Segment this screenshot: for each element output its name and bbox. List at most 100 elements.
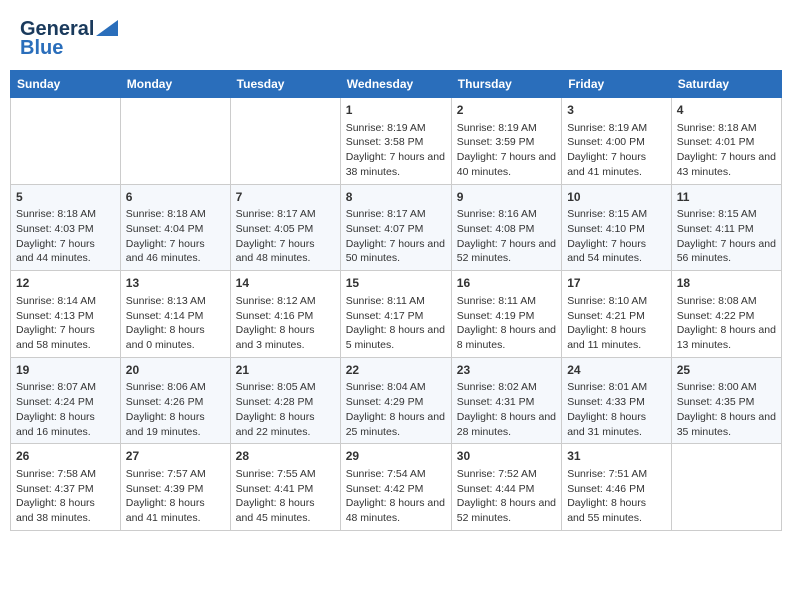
- daylight-text: Daylight: 8 hours and 19 minutes.: [126, 410, 225, 439]
- day-number: 13: [126, 275, 225, 292]
- sunrise-text: Sunrise: 7:57 AM: [126, 467, 225, 482]
- sunset-text: Sunset: 4:35 PM: [677, 395, 776, 410]
- sunrise-text: Sunrise: 7:55 AM: [236, 467, 335, 482]
- sunrise-text: Sunrise: 8:02 AM: [457, 380, 556, 395]
- calendar-cell: 21Sunrise: 8:05 AMSunset: 4:28 PMDayligh…: [230, 357, 340, 444]
- calendar-cell: 22Sunrise: 8:04 AMSunset: 4:29 PMDayligh…: [340, 357, 451, 444]
- day-number: 28: [236, 448, 335, 465]
- sunrise-text: Sunrise: 8:01 AM: [567, 380, 666, 395]
- daylight-text: Daylight: 7 hours and 38 minutes.: [346, 150, 446, 179]
- calendar-cell: 4Sunrise: 8:18 AMSunset: 4:01 PMDaylight…: [671, 98, 781, 185]
- sunset-text: Sunset: 4:10 PM: [567, 222, 666, 237]
- logo: General Blue: [20, 18, 118, 60]
- day-header-thursday: Thursday: [451, 71, 561, 98]
- sunrise-text: Sunrise: 8:16 AM: [457, 207, 556, 222]
- sunrise-text: Sunrise: 8:15 AM: [677, 207, 776, 222]
- daylight-text: Daylight: 8 hours and 8 minutes.: [457, 323, 556, 352]
- daylight-text: Daylight: 7 hours and 54 minutes.: [567, 237, 666, 266]
- sunrise-text: Sunrise: 8:06 AM: [126, 380, 225, 395]
- day-header-monday: Monday: [120, 71, 230, 98]
- sunset-text: Sunset: 4:44 PM: [457, 482, 556, 497]
- header: General Blue: [10, 10, 782, 64]
- day-number: 3: [567, 102, 666, 119]
- day-number: 18: [677, 275, 776, 292]
- day-header-saturday: Saturday: [671, 71, 781, 98]
- sunset-text: Sunset: 4:22 PM: [677, 309, 776, 324]
- daylight-text: Daylight: 8 hours and 35 minutes.: [677, 410, 776, 439]
- sunrise-text: Sunrise: 8:13 AM: [126, 294, 225, 309]
- logo-blue: Blue: [20, 37, 63, 60]
- day-number: 24: [567, 362, 666, 379]
- sunset-text: Sunset: 4:07 PM: [346, 222, 446, 237]
- sunset-text: Sunset: 4:33 PM: [567, 395, 666, 410]
- sunrise-text: Sunrise: 8:04 AM: [346, 380, 446, 395]
- page-container: General Blue SundayMondayTuesdayWednesda…: [10, 10, 782, 531]
- sunset-text: Sunset: 4:03 PM: [16, 222, 115, 237]
- calendar-cell: 26Sunrise: 7:58 AMSunset: 4:37 PMDayligh…: [11, 444, 121, 531]
- calendar-cell: 5Sunrise: 8:18 AMSunset: 4:03 PMDaylight…: [11, 184, 121, 271]
- calendar-cell: [11, 98, 121, 185]
- day-number: 19: [16, 362, 115, 379]
- calendar-cell: 19Sunrise: 8:07 AMSunset: 4:24 PMDayligh…: [11, 357, 121, 444]
- day-number: 9: [457, 189, 556, 206]
- sunrise-text: Sunrise: 8:17 AM: [236, 207, 335, 222]
- sunset-text: Sunset: 4:21 PM: [567, 309, 666, 324]
- calendar-cell: [230, 98, 340, 185]
- day-header-tuesday: Tuesday: [230, 71, 340, 98]
- day-number: 25: [677, 362, 776, 379]
- sunset-text: Sunset: 4:16 PM: [236, 309, 335, 324]
- calendar-cell: 23Sunrise: 8:02 AMSunset: 4:31 PMDayligh…: [451, 357, 561, 444]
- calendar-cell: 14Sunrise: 8:12 AMSunset: 4:16 PMDayligh…: [230, 271, 340, 358]
- day-number: 23: [457, 362, 556, 379]
- calendar-cell: 16Sunrise: 8:11 AMSunset: 4:19 PMDayligh…: [451, 271, 561, 358]
- sunrise-text: Sunrise: 8:14 AM: [16, 294, 115, 309]
- calendar-cell: 12Sunrise: 8:14 AMSunset: 4:13 PMDayligh…: [11, 271, 121, 358]
- logo-icon: [96, 20, 118, 36]
- day-header-wednesday: Wednesday: [340, 71, 451, 98]
- sunrise-text: Sunrise: 8:00 AM: [677, 380, 776, 395]
- daylight-text: Daylight: 7 hours and 41 minutes.: [567, 150, 666, 179]
- sunrise-text: Sunrise: 8:15 AM: [567, 207, 666, 222]
- calendar-cell: 30 Sunrise: 7:52 AMSunset: 4:44 PMDayligh…: [451, 444, 561, 531]
- day-number: 6: [126, 189, 225, 206]
- sunrise-text: Sunrise: 8:07 AM: [16, 380, 115, 395]
- day-number: 21: [236, 362, 335, 379]
- calendar-cell: 27Sunrise: 7:57 AMSunset: 4:39 PMDayligh…: [120, 444, 230, 531]
- sunset-text: Sunset: 4:41 PM: [236, 482, 335, 497]
- calendar-cell: 7Sunrise: 8:17 AMSunset: 4:05 PMDaylight…: [230, 184, 340, 271]
- sunrise-text: Sunrise: 8:12 AM: [236, 294, 335, 309]
- sunset-text: Sunset: 4:39 PM: [126, 482, 225, 497]
- sunset-text: Sunset: 4:14 PM: [126, 309, 225, 324]
- calendar-cell: 29Sunrise: 7:54 AMSunset: 4:42 PMDayligh…: [340, 444, 451, 531]
- day-number: 30: [457, 448, 556, 465]
- sunrise-text: Sunrise: 8:18 AM: [126, 207, 225, 222]
- day-number: 11: [677, 189, 776, 206]
- daylight-text: Daylight: 7 hours and 43 minutes.: [677, 150, 776, 179]
- calendar-cell: 8Sunrise: 8:17 AMSunset: 4:07 PMDaylight…: [340, 184, 451, 271]
- sunset-text: Sunset: 4:11 PM: [677, 222, 776, 237]
- sunrise-text: Sunrise: 7:52 AM: [457, 467, 556, 482]
- calendar-table: SundayMondayTuesdayWednesdayThursdayFrid…: [10, 70, 782, 531]
- daylight-text: Daylight: 8 hours and 22 minutes.: [236, 410, 335, 439]
- daylight-text: Daylight: 8 hours and 31 minutes.: [567, 410, 666, 439]
- calendar-cell: 6Sunrise: 8:18 AMSunset: 4:04 PMDaylight…: [120, 184, 230, 271]
- calendar-cell: 18Sunrise: 8:08 AMSunset: 4:22 PMDayligh…: [671, 271, 781, 358]
- daylight-text: Daylight: 7 hours and 44 minutes.: [16, 237, 115, 266]
- day-number: 2: [457, 102, 556, 119]
- sunrise-text: Sunrise: 8:19 AM: [457, 121, 556, 136]
- sunset-text: Sunset: 4:01 PM: [677, 135, 776, 150]
- day-number: 1: [346, 102, 446, 119]
- daylight-text: Daylight: 7 hours and 40 minutes.: [457, 150, 556, 179]
- sunrise-text: Sunrise: 8:19 AM: [346, 121, 446, 136]
- daylight-text: Daylight: 8 hours and 48 minutes.: [346, 496, 446, 525]
- day-number: 31: [567, 448, 666, 465]
- week-row-5: 26Sunrise: 7:58 AMSunset: 4:37 PMDayligh…: [11, 444, 782, 531]
- daylight-text: Daylight: 8 hours and 52 minutes.: [457, 496, 556, 525]
- daylight-text: Daylight: 8 hours and 45 minutes.: [236, 496, 335, 525]
- calendar-cell: 25Sunrise: 8:00 AMSunset: 4:35 PMDayligh…: [671, 357, 781, 444]
- calendar-cell: 10Sunrise: 8:15 AMSunset: 4:10 PMDayligh…: [562, 184, 672, 271]
- sunset-text: Sunset: 4:04 PM: [126, 222, 225, 237]
- day-number: 22: [346, 362, 446, 379]
- daylight-text: Daylight: 8 hours and 38 minutes.: [16, 496, 115, 525]
- day-number: 16: [457, 275, 556, 292]
